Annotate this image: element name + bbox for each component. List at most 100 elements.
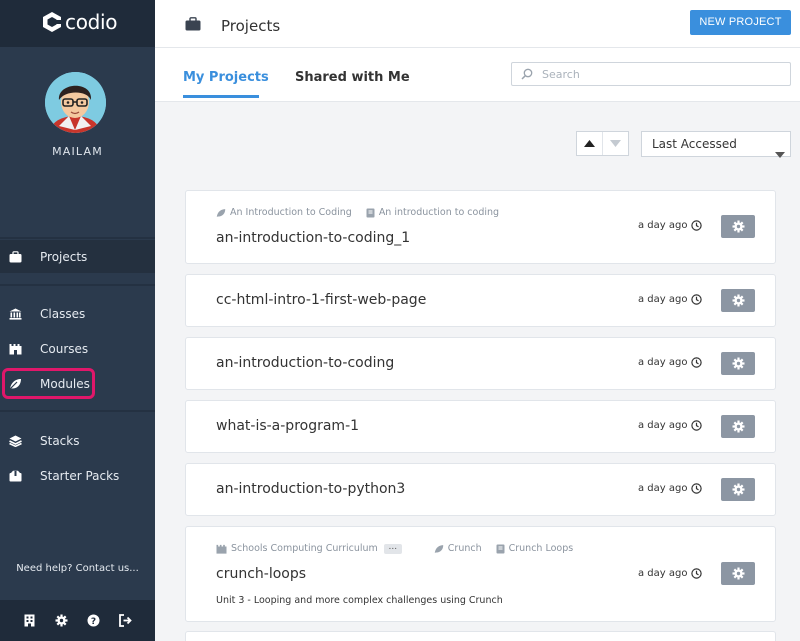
meta-label: An introduction to coding xyxy=(378,207,500,218)
sidebar-item-starter-packs[interactable]: Starter Packs xyxy=(0,459,155,492)
project-card[interactable]: an-introduction-to-python3 a day ago xyxy=(185,463,776,516)
clock-icon xyxy=(691,220,703,231)
time-label: a day ago xyxy=(638,294,688,305)
project-card[interactable]: an-introduction-to-coding a day ago xyxy=(185,337,776,390)
institution-icon xyxy=(8,307,22,321)
question-icon[interactable]: ? xyxy=(86,614,100,628)
tab-bar: My Projects Shared with Me xyxy=(155,48,800,102)
tab-my-projects[interactable]: My Projects xyxy=(183,70,269,85)
book-icon xyxy=(366,208,375,217)
new-project-button[interactable]: NEW PROJECT xyxy=(690,10,791,35)
modules-highlight-box xyxy=(2,368,95,399)
project-name[interactable]: an-introduction-to-coding_1 xyxy=(216,230,410,246)
gear-icon xyxy=(732,483,744,496)
project-card[interactable]: cc-html-intro-1-first-web-page a day ago xyxy=(185,274,776,327)
time-label: a day ago xyxy=(638,220,688,231)
project-settings-button[interactable] xyxy=(721,415,755,438)
project-card[interactable]: what-is-a-program-1 a day ago xyxy=(185,400,776,453)
page-title: Projects xyxy=(221,17,281,35)
castle-icon xyxy=(216,544,227,554)
meta-book[interactable]: An introduction to coding xyxy=(366,207,499,218)
sort-select[interactable]: Last Accessed xyxy=(641,131,791,158)
svg-text:?: ? xyxy=(91,617,96,627)
help-link[interactable]: Need help? Contact us... xyxy=(0,563,155,574)
top-bar: Projects NEW PROJECT xyxy=(155,0,800,48)
sidebar-item-label: Courses xyxy=(40,341,89,356)
meta-module[interactable]: An Introduction to Coding xyxy=(216,207,352,218)
time-label: a day ago xyxy=(638,357,688,368)
project-description: Unit 3 - Looping and more complex challe… xyxy=(216,595,503,606)
meta-book[interactable]: Crunch Loops xyxy=(496,543,574,554)
logo-bar: codio xyxy=(0,0,155,47)
meta-module[interactable]: Crunch xyxy=(434,543,482,554)
active-tab-indicator xyxy=(183,95,259,98)
sidebar-item-classes[interactable]: Classes xyxy=(0,297,155,330)
clock-icon xyxy=(691,420,703,431)
more-chip[interactable]: ... xyxy=(383,542,402,554)
time-label: a day ago xyxy=(638,568,688,579)
clock-icon xyxy=(691,294,703,305)
sidebar-item-label: Starter Packs xyxy=(40,468,120,483)
layers-icon xyxy=(8,434,22,448)
sort-select-value: Last Accessed xyxy=(652,137,737,151)
leaf-icon xyxy=(216,208,226,217)
box-icon xyxy=(8,469,22,483)
castle-icon xyxy=(8,342,22,356)
sidebar-item-label: Projects xyxy=(40,249,88,264)
gear-icon xyxy=(732,220,744,233)
avatar[interactable] xyxy=(45,72,106,133)
avatar-illustration xyxy=(45,72,106,133)
sidebar-item-stacks[interactable]: Stacks xyxy=(0,424,155,457)
project-name[interactable]: crunch-loops xyxy=(216,566,306,582)
meta-label: Schools Computing Curriculum xyxy=(231,543,378,554)
project-meta: An Introduction to Coding An introductio… xyxy=(216,207,513,218)
clock-icon xyxy=(691,357,703,368)
clock-icon xyxy=(691,483,703,494)
sidebar-item-courses[interactable]: Courses xyxy=(0,332,155,365)
briefcase-icon xyxy=(185,17,201,34)
search-input[interactable] xyxy=(542,66,782,82)
nav-divider xyxy=(0,237,155,239)
project-settings-button[interactable] xyxy=(721,478,755,501)
project-settings-button[interactable] xyxy=(721,352,755,375)
project-name[interactable]: an-introduction-to-coding xyxy=(216,355,394,371)
last-accessed: a day ago xyxy=(638,420,703,431)
book-icon xyxy=(496,544,505,553)
logout-icon[interactable] xyxy=(118,614,132,628)
sidebar-item-projects[interactable]: Projects xyxy=(0,240,155,273)
gear-icon xyxy=(732,567,744,580)
caret-down-icon xyxy=(775,142,785,166)
meta-curriculum[interactable]: Schools Computing Curriculum ... xyxy=(216,542,402,554)
sort-descending-button[interactable] xyxy=(603,132,628,155)
clock-icon xyxy=(691,568,703,579)
meta-label: Crunch xyxy=(447,543,482,554)
gear-icon[interactable] xyxy=(55,614,69,628)
project-settings-button[interactable] xyxy=(721,562,755,585)
sort-ascending-button[interactable] xyxy=(577,132,603,155)
last-accessed: a day ago xyxy=(638,483,703,494)
project-card-partial[interactable] xyxy=(185,631,776,641)
building-icon[interactable] xyxy=(23,614,37,628)
project-name[interactable]: cc-html-intro-1-first-web-page xyxy=(216,292,426,308)
project-name[interactable]: what-is-a-program-1 xyxy=(216,418,359,434)
codio-logo[interactable]: codio xyxy=(42,10,118,34)
sidebar-item-label: Classes xyxy=(40,306,86,321)
time-label: a day ago xyxy=(638,420,688,431)
last-accessed: a day ago xyxy=(638,220,703,231)
brand-name: codio xyxy=(65,10,118,34)
codio-logo-icon xyxy=(43,12,62,32)
project-card[interactable]: An Introduction to Coding An introductio… xyxy=(185,190,776,264)
meta-label: Crunch Loops xyxy=(508,543,574,554)
tab-shared-with-me[interactable]: Shared with Me xyxy=(295,70,410,85)
search-box[interactable] xyxy=(511,62,791,86)
last-accessed: a day ago xyxy=(638,357,703,368)
project-settings-button[interactable] xyxy=(721,289,755,312)
project-card[interactable]: Schools Computing Curriculum ... Crunch … xyxy=(185,526,776,622)
project-settings-button[interactable] xyxy=(721,215,755,238)
last-accessed: a day ago xyxy=(638,294,703,305)
leaf-icon xyxy=(434,544,444,553)
username: MAILAM xyxy=(52,145,103,158)
project-name[interactable]: an-introduction-to-python3 xyxy=(216,481,405,497)
sidebar: codio MAILAM Projects Classes Courses Mo… xyxy=(0,0,155,641)
sort-direction-toggle xyxy=(576,131,629,156)
